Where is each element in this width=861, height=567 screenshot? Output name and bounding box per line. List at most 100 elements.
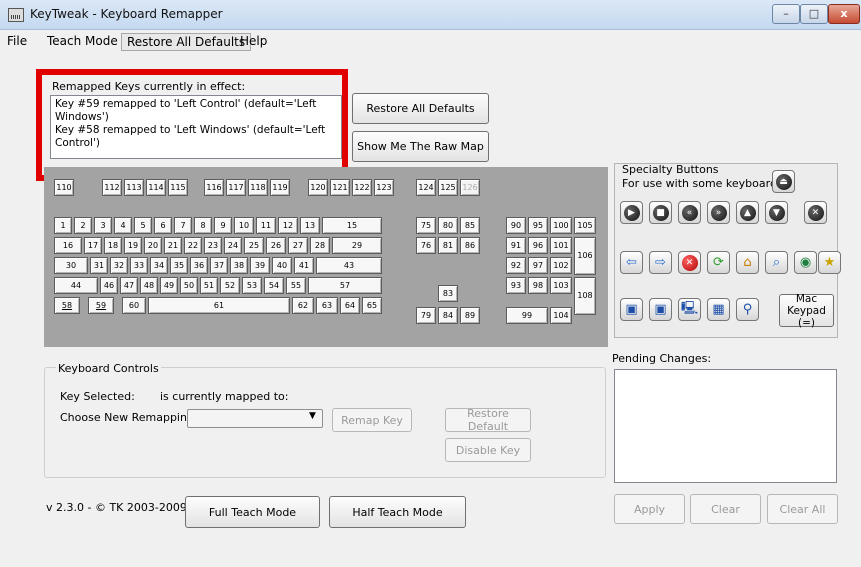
remap-key-button[interactable]: Remap Key <box>332 408 412 432</box>
key[interactable]: 2 <box>74 217 92 234</box>
key[interactable]: 21 <box>164 237 182 254</box>
key[interactable]: 10 <box>234 217 254 234</box>
key[interactable]: 30 <box>54 257 88 274</box>
search-icon[interactable]: ⌕ <box>765 251 788 274</box>
menu-restore-all-defaults[interactable]: Restore All Defaults <box>121 33 252 51</box>
calculator-icon[interactable]: ▦ <box>707 298 730 321</box>
key[interactable]: 55 <box>286 277 306 294</box>
disable-key-button[interactable]: Disable Key <box>445 438 531 462</box>
key[interactable]: 7 <box>174 217 192 234</box>
key[interactable]: 85 <box>460 217 480 234</box>
key[interactable]: 64 <box>340 297 360 314</box>
key[interactable]: 28 <box>310 237 330 254</box>
key[interactable]: 24 <box>224 237 242 254</box>
key[interactable]: 38 <box>230 257 248 274</box>
key[interactable]: 105 <box>574 217 596 234</box>
key[interactable]: 112 <box>102 179 122 196</box>
key[interactable]: 11 <box>256 217 276 234</box>
remapping-dropdown[interactable] <box>187 409 323 428</box>
key[interactable]: 83 <box>438 285 458 302</box>
key[interactable]: 79 <box>416 307 436 324</box>
key[interactable]: 92 <box>506 257 526 274</box>
key[interactable]: 1 <box>54 217 72 234</box>
close-button[interactable]: x <box>828 4 860 24</box>
key[interactable]: 125 <box>438 179 458 196</box>
key[interactable]: 12 <box>278 217 298 234</box>
key[interactable]: 123 <box>374 179 394 196</box>
key[interactable]: 44 <box>54 277 98 294</box>
key[interactable]: 32 <box>110 257 128 274</box>
key[interactable]: 5 <box>134 217 152 234</box>
key[interactable]: 15 <box>322 217 382 234</box>
key[interactable]: 60 <box>122 297 146 314</box>
key[interactable]: 122 <box>352 179 372 196</box>
key[interactable]: 20 <box>144 237 162 254</box>
menu-help[interactable]: Help <box>235 33 272 49</box>
key[interactable]: 40 <box>272 257 292 274</box>
show-raw-map-button[interactable]: Show Me The Raw Map <box>352 131 489 162</box>
clear-all-button[interactable]: Clear All <box>767 494 838 524</box>
key[interactable]: 43 <box>316 257 382 274</box>
menu-teach-mode[interactable]: Teach Mode <box>42 33 123 49</box>
key[interactable]: 75 <box>416 217 436 234</box>
key[interactable]: 57 <box>308 277 382 294</box>
key[interactable]: 4 <box>114 217 132 234</box>
key[interactable]: 86 <box>460 237 480 254</box>
key[interactable]: 26 <box>266 237 286 254</box>
key[interactable]: 117 <box>226 179 246 196</box>
key[interactable]: 115 <box>168 179 188 196</box>
key[interactable]: 76 <box>416 237 436 254</box>
play-icon[interactable]: ▶ <box>620 201 643 224</box>
key[interactable]: 103 <box>550 277 572 294</box>
key-59-selected[interactable]: 59 <box>88 297 114 314</box>
key[interactable]: 93 <box>506 277 526 294</box>
key[interactable]: 33 <box>130 257 148 274</box>
volume-down-icon[interactable]: ▼ <box>765 201 788 224</box>
key[interactable]: 80 <box>438 217 458 234</box>
web-globe-icon[interactable]: ◉ <box>794 251 817 274</box>
maximize-button[interactable]: □ <box>800 4 828 24</box>
key[interactable]: 3 <box>94 217 112 234</box>
key[interactable]: 118 <box>248 179 268 196</box>
mute-icon[interactable]: ✕ <box>804 201 827 224</box>
key[interactable]: 101 <box>550 237 572 254</box>
mac-keypad-button[interactable]: Mac Keypad (=) <box>779 293 834 329</box>
key[interactable]: 25 <box>244 237 264 254</box>
media-player-icon[interactable]: ▣ <box>620 298 643 321</box>
apply-button[interactable]: Apply <box>614 494 685 524</box>
key[interactable]: 19 <box>124 237 142 254</box>
refresh-icon[interactable]: ⟳ <box>707 251 730 274</box>
key[interactable]: 16 <box>54 237 82 254</box>
key[interactable]: 126 <box>460 179 480 196</box>
back-arrow-icon[interactable]: ⇦ <box>620 251 643 274</box>
key[interactable]: 17 <box>84 237 102 254</box>
key[interactable]: 39 <box>250 257 270 274</box>
key[interactable]: 95 <box>528 217 548 234</box>
key[interactable]: 116 <box>204 179 224 196</box>
volume-up-icon[interactable]: ▲ <box>736 201 759 224</box>
key[interactable]: 121 <box>330 179 350 196</box>
key[interactable]: 113 <box>124 179 144 196</box>
previous-track-icon[interactable]: « <box>678 201 701 224</box>
media-player-alt-icon[interactable]: ▣ <box>649 298 672 321</box>
key[interactable]: 35 <box>170 257 188 274</box>
key[interactable]: 90 <box>506 217 526 234</box>
key[interactable]: 22 <box>184 237 202 254</box>
key[interactable]: 106 <box>574 237 596 275</box>
key[interactable]: 27 <box>288 237 308 254</box>
key[interactable]: 54 <box>264 277 284 294</box>
restore-all-defaults-button[interactable]: Restore All Defaults <box>352 93 489 124</box>
key[interactable]: 104 <box>550 307 572 324</box>
key[interactable]: 89 <box>460 307 480 324</box>
favorites-icon[interactable]: ★ <box>818 251 841 274</box>
next-track-icon[interactable]: » <box>707 201 730 224</box>
full-teach-mode-button[interactable]: Full Teach Mode <box>185 496 320 528</box>
half-teach-mode-button[interactable]: Half Teach Mode <box>329 496 466 528</box>
key[interactable]: 50 <box>180 277 198 294</box>
key[interactable]: 31 <box>90 257 108 274</box>
key[interactable]: 8 <box>194 217 212 234</box>
restore-default-button[interactable]: Restore Default <box>445 407 531 433</box>
stop-icon[interactable]: ■ <box>649 201 672 224</box>
key[interactable]: 52 <box>220 277 240 294</box>
key[interactable]: 98 <box>528 277 548 294</box>
